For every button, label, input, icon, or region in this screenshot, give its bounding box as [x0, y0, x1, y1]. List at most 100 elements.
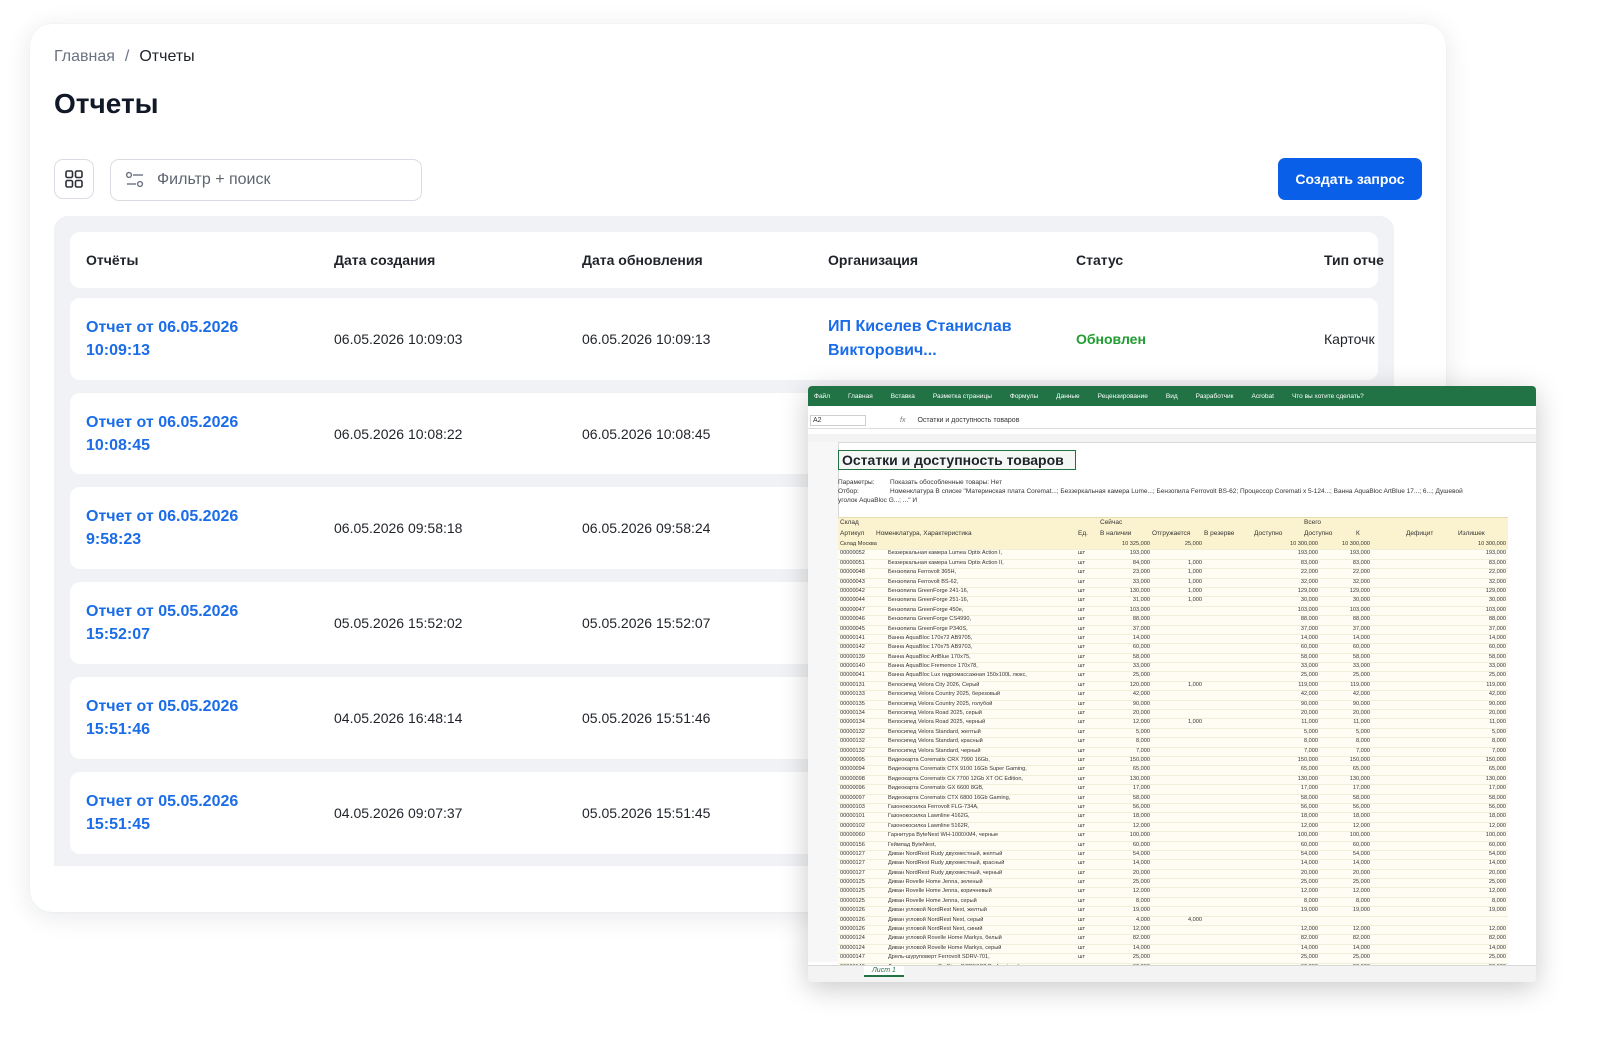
column-header-created[interactable]: Дата создания	[334, 232, 564, 288]
column-header-status[interactable]: Статус	[1076, 232, 1276, 288]
ribbon-tab[interactable]: Рецензирование	[1098, 393, 1148, 400]
sheet-row[interactable]: 00000156 Геймпад ByteNest, шт 60,000 60,000 6…	[838, 841, 1508, 851]
sheet-row[interactable]: 00000051 Беззеркальная камера Lumea Optix…	[838, 559, 1508, 570]
formula-text[interactable]: Остатки и доступность товаров	[917, 417, 1019, 424]
sheet-title-cell[interactable]: Остатки и доступность товаров	[838, 450, 1076, 470]
sheet-row[interactable]: 00000140 Ванна AquaBloc Fremence 170x78, ш…	[838, 663, 1508, 673]
sheet-row[interactable]: 00000126 Диван угловой NordRest Next, жел…	[838, 907, 1508, 917]
filter-search[interactable]	[110, 159, 422, 201]
sheet-row[interactable]: 00000135 Велосипед Velora Country 2025, г…	[838, 700, 1508, 711]
cell-product-name: Велосипед Velora Country 2025, березовый	[888, 691, 1001, 698]
cell-in-stock: 42,000	[1132, 691, 1150, 698]
sheet-row[interactable]: 00000127 Диван NordRest Rudy двухместный,…	[838, 860, 1508, 870]
sheet-row[interactable]: 00000124 Диван угловой Rovelle Home Marky…	[838, 935, 1508, 945]
table-row[interactable]: Отчет от 06.05.2026 10:09:13 06.05.2026 …	[70, 298, 1378, 380]
cell-available-total: 11,000	[1353, 719, 1370, 726]
sheet-row[interactable]: 00000098 Видеокарта Corematix CX 7700 12G…	[838, 775, 1508, 786]
organization-link[interactable]: ИП Киселев Станислав Викторович...	[828, 315, 1038, 363]
cell-unit: шт	[1078, 597, 1086, 604]
warehouse-row[interactable]: Склад Москва 10 325,000 25,000 10 300,00…	[838, 541, 1508, 551]
name-box[interactable]: A2	[810, 414, 866, 426]
cell-article: 00000125	[840, 879, 865, 886]
sheet-row[interactable]: 00000134 Велосипед Velora Road 2025, серы…	[838, 710, 1508, 720]
column-header-type[interactable]: Тип отче	[1324, 232, 1384, 288]
ribbon-tab[interactable]: Данные	[1056, 393, 1079, 400]
sheet-row[interactable]: 00000126 Диван угловой NordRest Next, сер…	[838, 916, 1508, 927]
cell-in-stock: 37,000	[1132, 625, 1150, 632]
sheet-row[interactable]: 00000094 Видеокарта Corematix CTX 9100 16…	[838, 766, 1508, 776]
ribbon-tell-me[interactable]: Что вы хотите сделать?	[1292, 393, 1364, 400]
cell-product-name: Видеокарта Corematix CRX 7990 16Gb,	[888, 756, 990, 763]
sheet-row[interactable]: 00000125 Диван Rovelle Home Jenna, зелены…	[838, 879, 1508, 889]
column-header-reports[interactable]: Отчёты	[86, 232, 318, 288]
column-header-updated[interactable]: Дата обновления	[582, 232, 812, 288]
report-link[interactable]: Отчет от 05.05.2026 15:52:07	[86, 600, 276, 646]
cell-in-stock: 19,000	[1132, 907, 1150, 914]
cell-in-stock: 12,000	[1132, 926, 1150, 933]
sheet-row[interactable]: 00000134 Велосипед Velora Road 2025, черн…	[838, 719, 1508, 729]
sheet-row[interactable]: 00000124 Диван угловой Rovelle Home Marky…	[838, 944, 1508, 955]
cell-available: 19,000	[1300, 907, 1318, 914]
ribbon-tab[interactable]: Разметка страницы	[933, 393, 992, 400]
sheet-row[interactable]: 00000103 Газонокосилка Ferrovolt FLG-734A…	[838, 803, 1508, 814]
sheet-row[interactable]: 00000044 Бензопила GreenForge 251-16, шт 31…	[838, 597, 1508, 607]
sheet-row[interactable]: 00000096 Видеокарта Corematix GX 6600 8GB…	[838, 785, 1508, 795]
sheet-row[interactable]: 00000142 Ванна AquaBloc 170x75 AB9703, шт 6…	[838, 644, 1508, 654]
sheet-row[interactable]: 00000131 Велосипед Velora City 2026, Серы…	[838, 681, 1508, 692]
sheet-row[interactable]: 00000101 Газонокосилка Lawnline 4162G, шт 1…	[838, 813, 1508, 823]
sheet-row[interactable]: 00000125 Диван Rovelle Home Jenna, серый ш…	[838, 897, 1508, 908]
sheet-row[interactable]: 00000097 Видеокарта Corematix CTX 6800 16…	[838, 794, 1508, 804]
ribbon-tab[interactable]: Формулы	[1010, 393, 1038, 400]
column-header-organization[interactable]: Организация	[828, 232, 1060, 288]
cell-product-name: Велосипед Velora Standard, желтый	[888, 728, 981, 735]
ribbon-tab[interactable]: Разработчик	[1196, 393, 1234, 400]
sheet-row[interactable]: 00000047 Бензопила GreenForge 450e, шт 103,…	[838, 606, 1508, 617]
cell-in-stock: 25,000	[1132, 954, 1150, 961]
sheet-row[interactable]: 00000060 Гарнитура ByteNest WH-1000XM4, ч…	[838, 832, 1508, 842]
sheet-row[interactable]: 00000132 Велосипед Velora Standard, черны…	[838, 747, 1508, 757]
cell-article: 00000051	[840, 559, 865, 566]
cell-article: 00000132	[840, 747, 865, 754]
sheet-row[interactable]: 00000125 Диван Rovelle Home Jenna, коричн…	[838, 888, 1508, 898]
sheet-row[interactable]: 00000043 Бензопила Ferrovolt BS-62, шт 33,0…	[838, 578, 1508, 588]
cell-unit: шт	[1078, 803, 1086, 810]
breadcrumb-home[interactable]: Главная	[54, 48, 115, 66]
sheet-row[interactable]: 00000132 Велосипед Velora Standard, красн…	[838, 738, 1508, 748]
ribbon-tab[interactable]: Вставка	[891, 393, 915, 400]
sheet-tab[interactable]: Лист 1	[864, 966, 904, 977]
sheet-row[interactable]: 00000132 Велосипед Velora Standard, желты…	[838, 728, 1508, 739]
grid-view-toggle[interactable]	[54, 159, 94, 199]
cell-available-total: 12,000	[1352, 822, 1370, 829]
filter-icon[interactable]	[125, 171, 145, 189]
report-link[interactable]: Отчет от 05.05.2026 15:51:45	[86, 790, 276, 836]
sheet-row[interactable]: 00000102 Газонокосилка Lawnline 5162R, шт 1…	[838, 822, 1508, 833]
sheet-row[interactable]: 00000147 Дрель-шуруповерт Ferrovolt SDRV-…	[838, 954, 1508, 964]
sheet-row[interactable]: 00000048 Бензопила Ferrovolt 365H, шт 23,00…	[838, 569, 1508, 579]
ribbon-tab[interactable]: Вид	[1166, 393, 1178, 400]
sheet-row[interactable]: 00000052 Беззеркальная камера Lumea Optix…	[838, 550, 1508, 560]
sheet-row[interactable]: 00000139 Ванна AquaBloc ArtBlue 170x75, шт…	[838, 653, 1508, 664]
cell-available: 25,000	[1300, 954, 1318, 961]
create-request-button[interactable]: Создать запрос	[1278, 158, 1422, 200]
sheet-row[interactable]: 00000133 Велосипед Velora Country 2025, б…	[838, 691, 1508, 701]
cell-unit: шт	[1078, 587, 1086, 594]
sheet-row[interactable]: 00000041 Ванна AquaBloc Lux гидромассажна…	[838, 672, 1508, 682]
ribbon-tab[interactable]: Главная	[848, 393, 873, 400]
ribbon-tab[interactable]: Файл	[814, 393, 830, 400]
ribbon-tab[interactable]: Acrobat	[1252, 393, 1274, 400]
sheet-row[interactable]: 00000126 Диван угловой NordRest Next, син…	[838, 926, 1508, 936]
sheet-row[interactable]: 00000127 Диван NordRest Rudy двухместный,…	[838, 869, 1508, 880]
sheet-row[interactable]: 00000045 Бензопила GreenForge P340S, шт 37,…	[838, 625, 1508, 635]
sheet-row[interactable]: 00000127 Диван NordRest Rudy двухместный,…	[838, 850, 1508, 861]
fx-icon: fx	[900, 416, 906, 424]
sheet-row[interactable]: 00000095 Видеокарта Corematix CRX 7990 16…	[838, 756, 1508, 767]
cell-available-total: 42,000	[1352, 691, 1370, 698]
report-link[interactable]: Отчет от 06.05.2026 9:58:23	[86, 505, 276, 551]
sheet-row[interactable]: 00000046 Бензопила GreenForge CS4990, шт 88…	[838, 616, 1508, 626]
report-link[interactable]: Отчет от 06.05.2026 10:09:13	[86, 316, 276, 362]
report-link[interactable]: Отчет от 06.05.2026 10:08:45	[86, 411, 276, 457]
search-input[interactable]	[155, 170, 399, 190]
sheet-row[interactable]: 00000141 Ванна AquaBloc 170x72 AB9705, шт 1…	[838, 634, 1508, 645]
sheet-row[interactable]: 00000042 Бензопила GreenForge 241-16, шт 13…	[838, 587, 1508, 598]
report-link[interactable]: Отчет от 05.05.2026 15:51:46	[86, 695, 276, 741]
